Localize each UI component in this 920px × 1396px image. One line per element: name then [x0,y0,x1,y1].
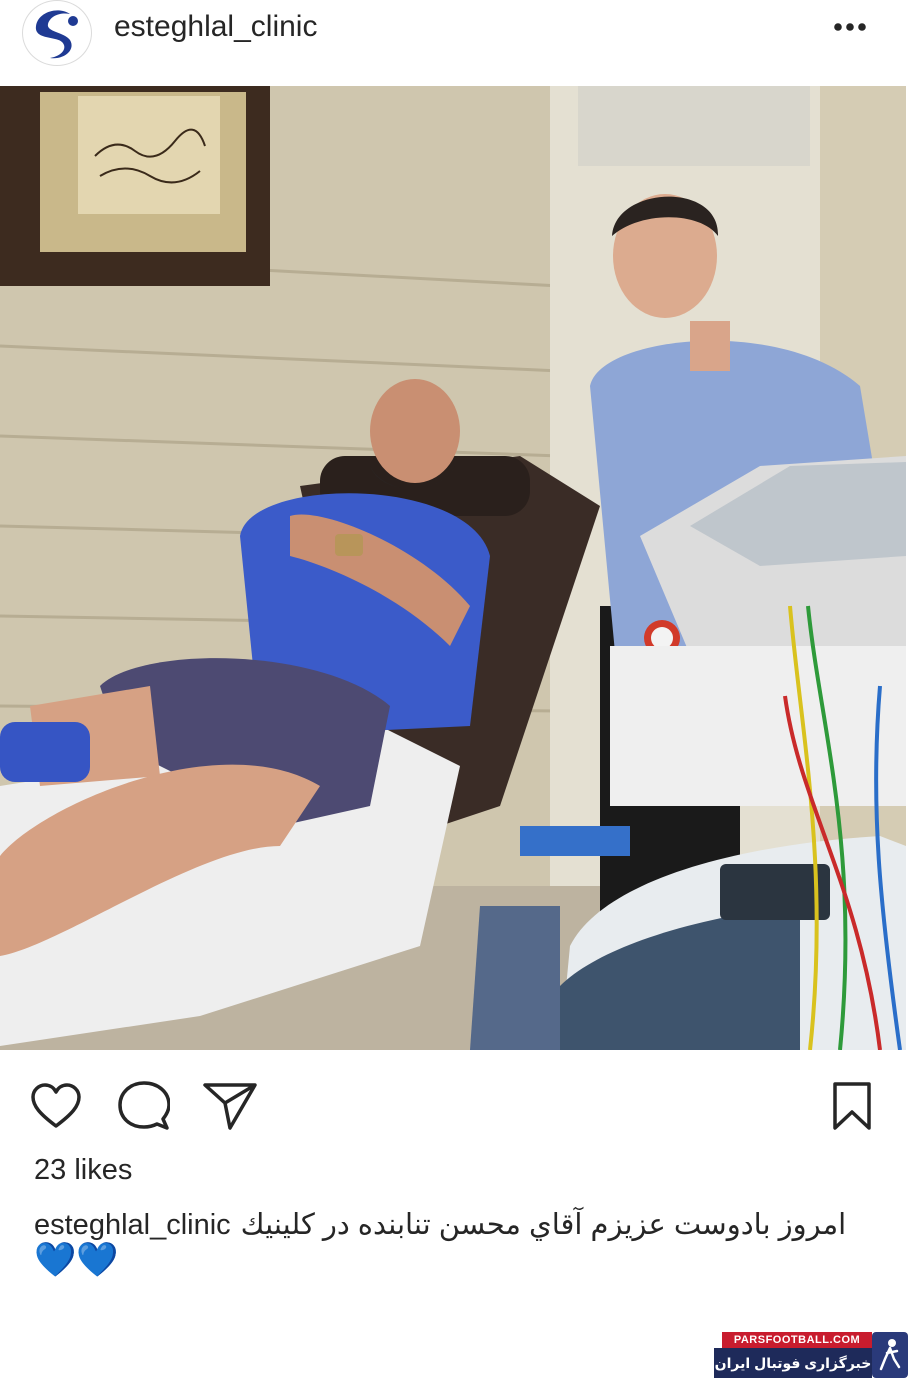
clinic-photo-illustration [0,86,906,1050]
post-header: esteghlal_clinic [0,0,920,86]
caption-text: امروز بادوست عزيزم آقاي محسن تنابنده در … [240,1209,847,1241]
comment-icon [118,1081,170,1130]
parsfootball-watermark: PARSFOOTBALL.COM خبرگزاری فوتبال ایران [714,1332,910,1378]
share-button[interactable] [202,1078,258,1134]
post-action-bar [0,1070,920,1140]
more-options-button[interactable] [830,12,870,42]
more-horizontal-icon [834,23,866,31]
heart-icon [31,1083,81,1128]
post-image[interactable] [0,86,906,1050]
clinic-logo-icon [28,4,86,62]
send-icon [203,1083,257,1130]
save-button[interactable] [824,1078,880,1134]
caption-hearts: 💙💙 [34,1241,119,1279]
watermark-tagline: خبرگزاری فوتبال ایران [714,1348,872,1378]
likes-count[interactable]: 23 likes [34,1154,132,1187]
watermark-site: PARSFOOTBALL.COM [722,1332,872,1348]
caption-username[interactable]: esteghlal_clinic [34,1209,231,1241]
post-caption: esteghlal_clinic امروز بادوست عزيزم آقاي … [34,1205,874,1245]
bookmark-icon [833,1082,871,1130]
like-button[interactable] [28,1078,84,1134]
comment-button[interactable] [116,1078,172,1134]
football-player-icon [872,1332,908,1378]
post-username[interactable]: esteghlal_clinic [114,10,317,44]
profile-avatar[interactable] [22,0,92,66]
